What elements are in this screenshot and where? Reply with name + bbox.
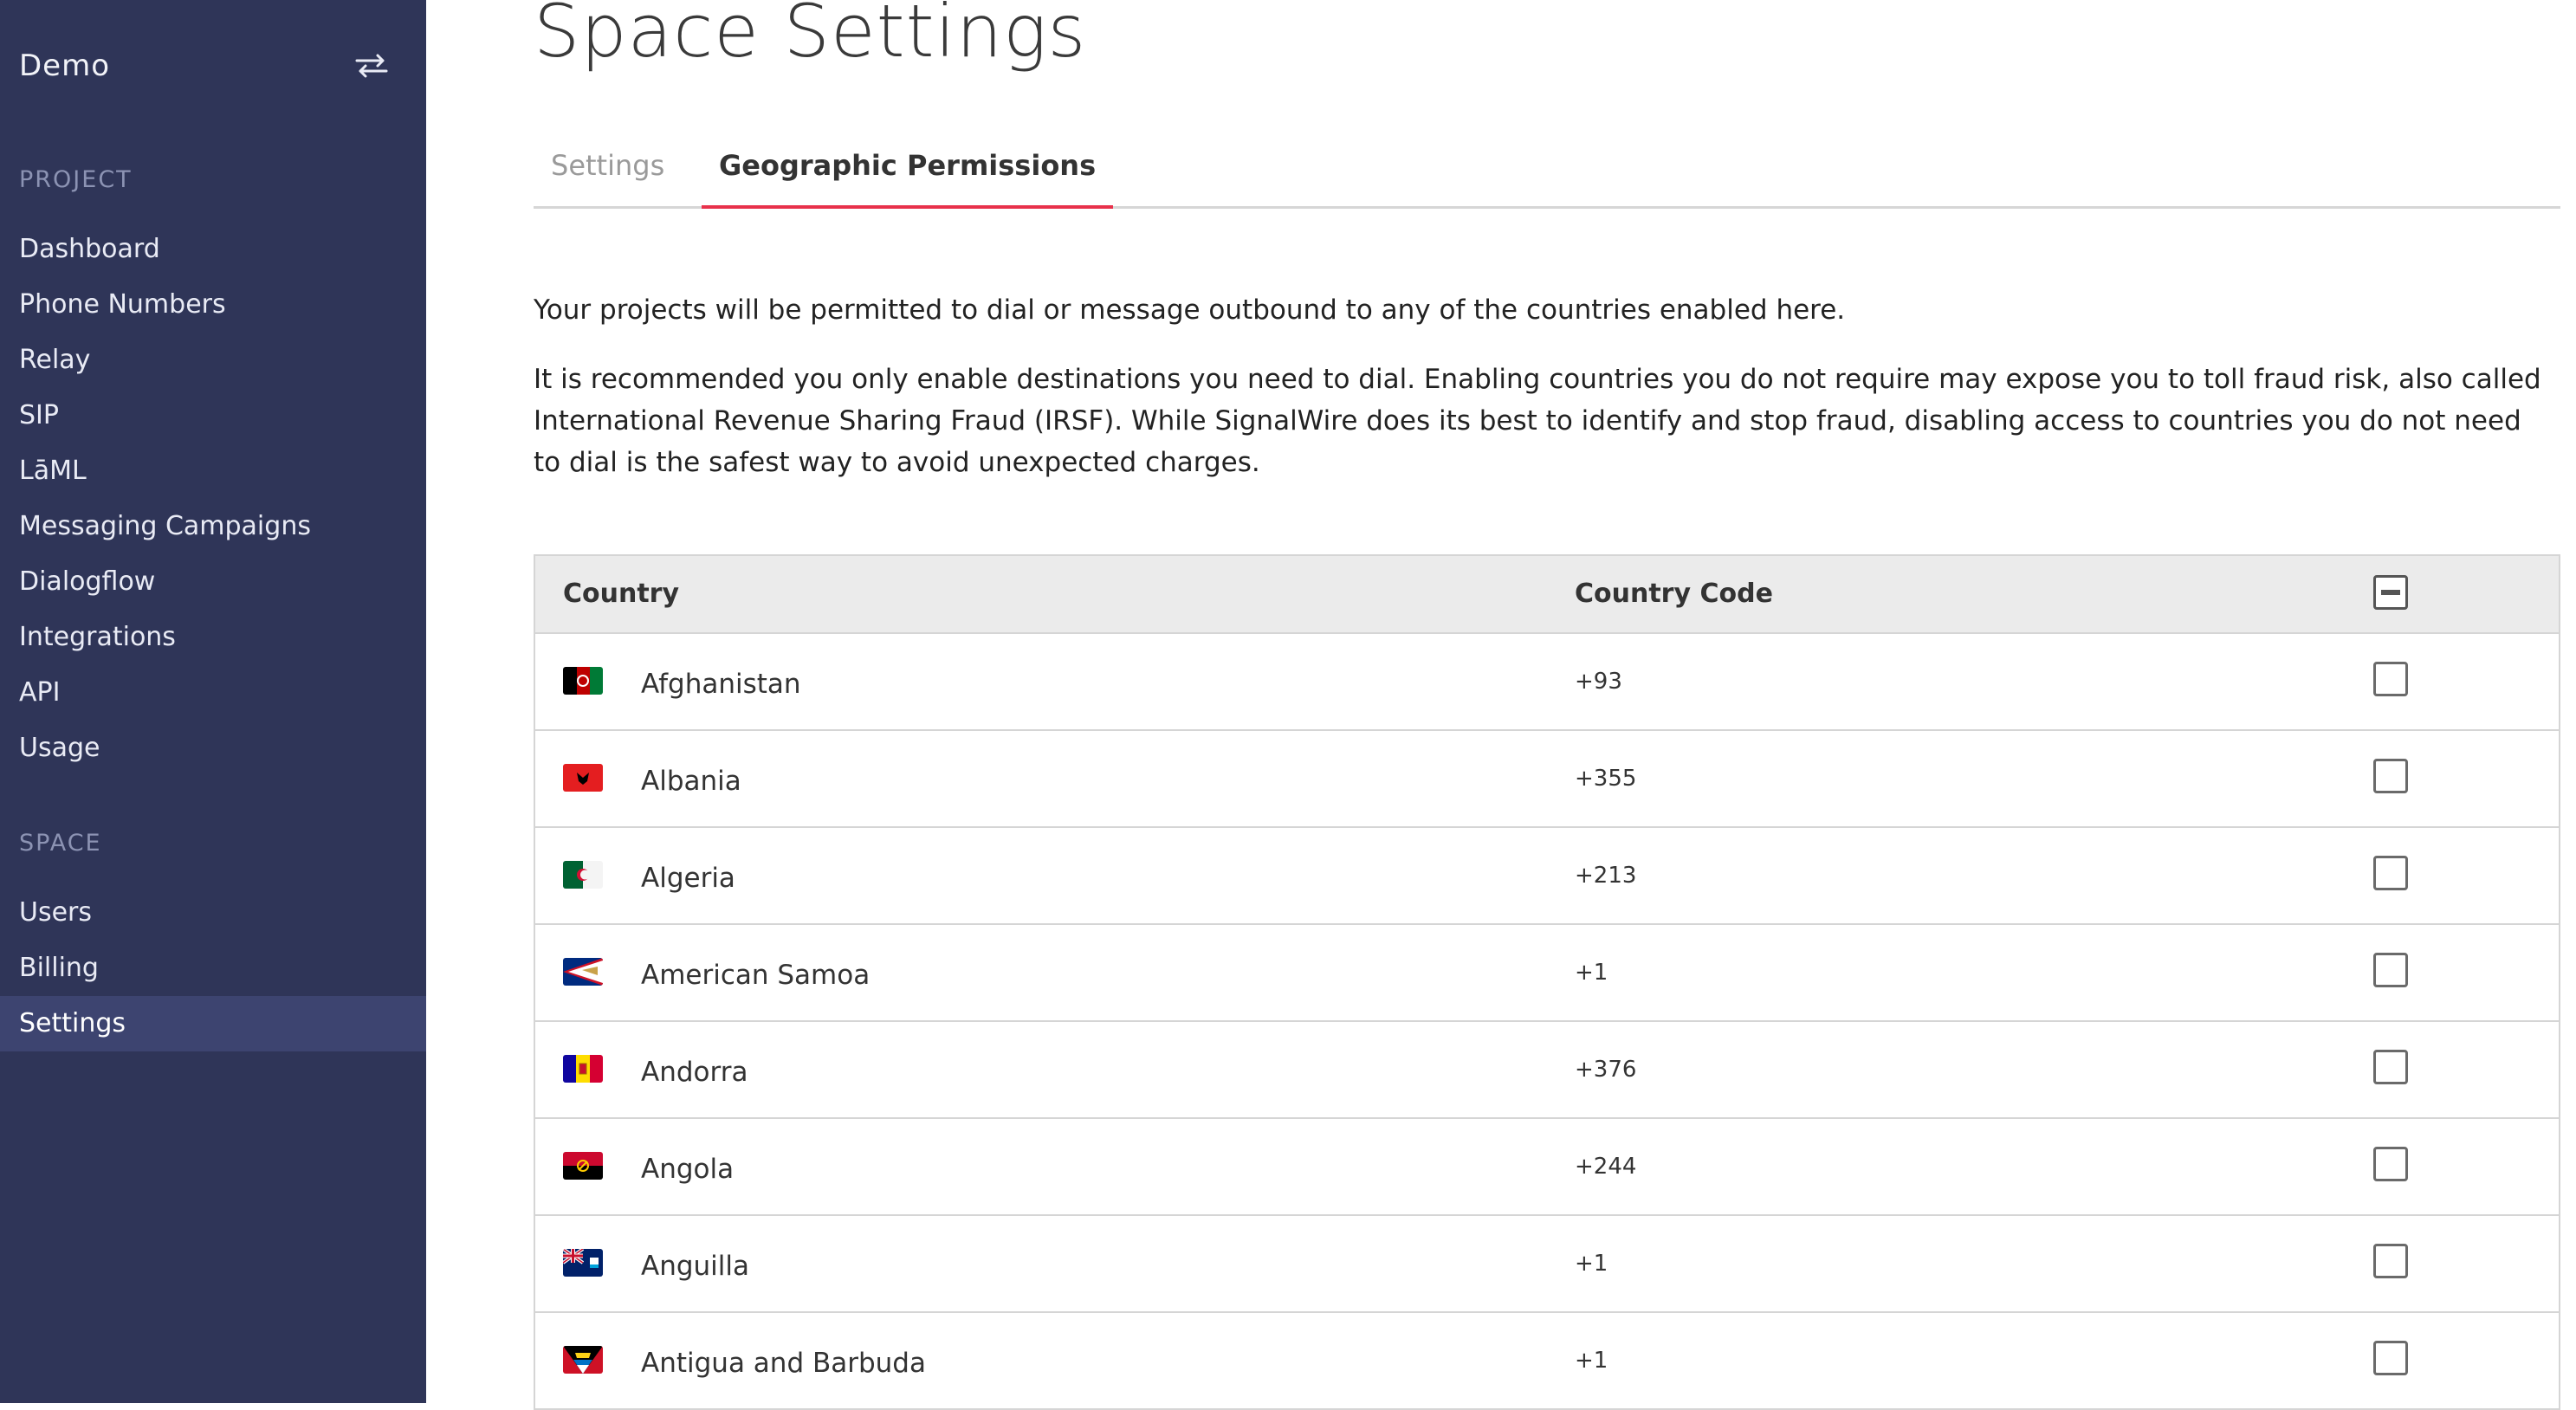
country-code: +355 (1575, 766, 1637, 792)
country-name: Algeria (641, 863, 735, 894)
tab-settings[interactable]: Settings (534, 134, 682, 209)
table-row: Angola +244 (535, 1119, 2559, 1216)
countries-table: Country Country Code Afghanistan +93 Alb… (534, 554, 2560, 1410)
sidebar-item-api[interactable]: API (0, 665, 426, 721)
andorra-flag-icon (563, 1055, 603, 1083)
country-enable-checkbox[interactable] (2373, 1050, 2408, 1084)
albania-flag-icon (563, 764, 603, 792)
table-row: Afghanistan +93 (535, 634, 2559, 731)
intro-text: Your projects will be permitted to dial … (534, 294, 1846, 326)
anguilla-flag-icon (563, 1249, 603, 1277)
country-code: +1 (1575, 960, 1608, 986)
country-name: Andorra (641, 1057, 748, 1088)
american-samoa-flag-icon (563, 958, 603, 986)
afghanistan-flag-icon (563, 667, 603, 695)
sidebar-item-relay[interactable]: Relay (0, 333, 426, 388)
page-title: Space Settings (534, 0, 1087, 74)
settings-tabs: Settings Geographic Permissions (534, 134, 2560, 209)
table-row: American Samoa +1 (535, 925, 2559, 1022)
country-enable-checkbox[interactable] (2373, 1341, 2408, 1375)
country-name: American Samoa (641, 960, 871, 991)
country-name: Antigua and Barbuda (641, 1348, 926, 1379)
country-code: +376 (1575, 1057, 1637, 1083)
country-code: +1 (1575, 1251, 1608, 1277)
sidebar-item-dialogflow[interactable]: Dialogflow (0, 554, 426, 610)
sidebar-item-messaging-campaigns[interactable]: Messaging Campaigns (0, 499, 426, 554)
sidebar-item-usage[interactable]: Usage (0, 721, 426, 776)
country-code: +1 (1575, 1348, 1608, 1374)
space-section-label: SPACE (19, 830, 102, 857)
sidebar-item-dashboard[interactable]: Dashboard (0, 222, 426, 277)
select-all-checkbox[interactable] (2373, 575, 2408, 610)
country-enable-checkbox[interactable] (2373, 856, 2408, 890)
space-name: Demo (19, 49, 111, 83)
algeria-flag-icon (563, 861, 603, 889)
table-row: Algeria +213 (535, 828, 2559, 925)
sidebar-item-laml[interactable]: LāML (0, 443, 426, 499)
angola-flag-icon (563, 1152, 603, 1180)
sidebar-item-integrations[interactable]: Integrations (0, 610, 426, 665)
country-code: +213 (1575, 863, 1637, 889)
column-header-country-code[interactable]: Country Code (1575, 556, 1773, 632)
sidebar-item-sip[interactable]: SIP (0, 388, 426, 443)
country-enable-checkbox[interactable] (2373, 1147, 2408, 1181)
country-name: Albania (641, 766, 741, 797)
sidebar-item-phone-numbers[interactable]: Phone Numbers (0, 277, 426, 333)
sidebar-item-billing[interactable]: Billing (0, 941, 426, 996)
sidebar-item-users[interactable]: Users (0, 885, 426, 941)
fraud-warning-text: It is recommended you only enable destin… (534, 364, 2541, 478)
country-name: Afghanistan (641, 669, 801, 700)
antigua-and-barbuda-flag-icon (563, 1346, 603, 1374)
table-row: Antigua and Barbuda +1 (535, 1313, 2559, 1410)
project-section-label: PROJECT (19, 166, 133, 193)
sidebar: Demo PROJECT Dashboard Phone Numbers Rel… (0, 0, 426, 1403)
country-enable-checkbox[interactable] (2373, 1244, 2408, 1278)
country-enable-checkbox[interactable] (2373, 662, 2408, 696)
country-code: +93 (1575, 669, 1622, 695)
country-enable-checkbox[interactable] (2373, 759, 2408, 793)
table-header: Country Country Code (535, 556, 2559, 634)
sidebar-item-settings[interactable]: Settings (0, 996, 426, 1051)
country-code: +244 (1575, 1154, 1637, 1180)
tab-geographic-permissions[interactable]: Geographic Permissions (702, 134, 1114, 209)
table-row: Anguilla +1 (535, 1216, 2559, 1313)
country-name: Angola (641, 1154, 735, 1185)
country-enable-checkbox[interactable] (2373, 953, 2408, 987)
table-row: Andorra +376 (535, 1022, 2559, 1119)
column-header-country[interactable]: Country (563, 556, 679, 632)
table-row: Albania +355 (535, 731, 2559, 828)
country-name: Anguilla (641, 1251, 750, 1282)
swap-arrows-icon[interactable] (353, 49, 390, 83)
